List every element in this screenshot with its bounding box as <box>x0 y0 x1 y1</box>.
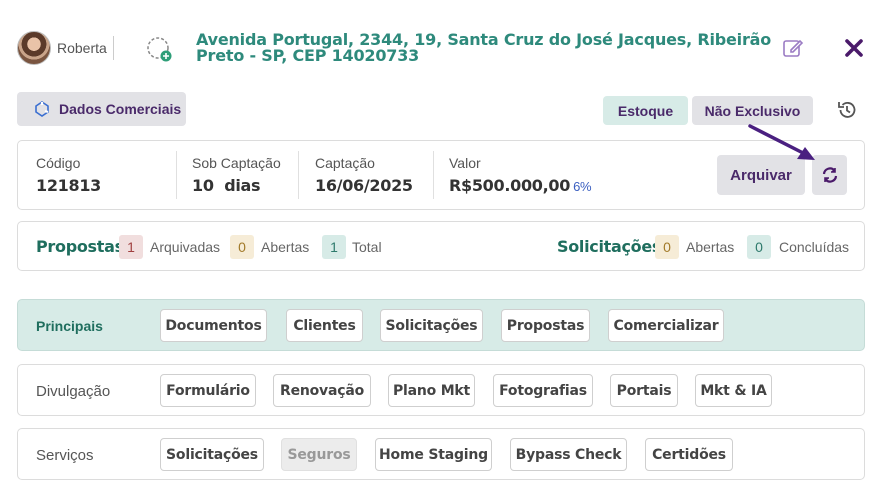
seguros-button[interactable]: Seguros <box>281 438 357 471</box>
comercializar-button[interactable]: Comercializar <box>608 309 724 342</box>
divider <box>113 36 114 60</box>
certidoes-button[interactable]: Certidões <box>645 438 733 471</box>
fotografias-button[interactable]: Fotografias <box>493 374 593 407</box>
captacao-label: Captação <box>315 155 375 171</box>
servicos-solicitacoes-button[interactable]: Solicitações <box>160 438 264 471</box>
sob-captacao-label: Sob Captação <box>192 155 281 171</box>
documentos-button[interactable]: Documentos <box>160 309 267 342</box>
solicitacoes-button[interactable]: Solicitações <box>380 309 483 342</box>
concluidas-count-badge: 0 <box>747 235 771 259</box>
portais-button[interactable]: Portais <box>610 374 678 407</box>
add-user-icon[interactable] <box>146 36 172 62</box>
refresh-icon <box>822 167 837 183</box>
divider <box>298 151 299 199</box>
refresh-cycle-icon <box>35 101 49 117</box>
exclusivo-tag[interactable]: Não Exclusivo <box>692 96 813 125</box>
valor-amount: R$500.000,00 <box>449 176 571 195</box>
total-count-badge: 1 <box>322 235 346 259</box>
plano-mkt-button[interactable]: Plano Mkt <box>388 374 475 407</box>
solicitacoes-title[interactable]: Solicitações <box>557 237 661 256</box>
info-card: Código 121813 Sob Captação 10 dias Capta… <box>17 140 865 210</box>
nav-divulgacao: Divulgação Formulário Renovação Plano Mk… <box>17 364 865 416</box>
valor-value: R$500.000,00 6% <box>449 176 592 195</box>
nav-servicos: Serviços Solicitações Seguros Home Stagi… <box>17 428 865 480</box>
header: Roberta Avenida Portugal, 2344, 19, Sant… <box>0 0 878 90</box>
valor-percent: 6% <box>573 179 592 194</box>
mkt-ia-button[interactable]: Mkt & IA <box>695 374 772 407</box>
nav-divulgacao-label: Divulgação <box>36 383 111 400</box>
dados-comerciais-label: Dados Comerciais <box>59 101 182 117</box>
avatar[interactable] <box>17 31 51 65</box>
nav-principais: Principais Documentos Clientes Solicitaç… <box>17 299 865 351</box>
abertas-label: Abertas <box>261 239 310 255</box>
solicitacoes-abertas-label: Abertas <box>686 239 735 255</box>
nav-servicos-label: Serviços <box>36 447 94 464</box>
concluidas-label: Concluídas <box>779 239 850 255</box>
valor-label: Valor <box>449 155 481 171</box>
clientes-button[interactable]: Clientes <box>286 309 363 342</box>
divider <box>176 151 177 199</box>
arquivadas-label: Arquivadas <box>150 239 221 255</box>
user-name: Roberta <box>57 40 107 56</box>
propostas-button[interactable]: Propostas <box>501 309 590 342</box>
divider <box>433 151 434 199</box>
history-icon[interactable] <box>836 99 858 121</box>
arquivadas-count-badge: 1 <box>119 235 143 259</box>
abertas-count-badge: 0 <box>230 235 254 259</box>
close-icon[interactable] <box>845 39 863 57</box>
dados-comerciais-button[interactable]: Dados Comerciais <box>17 92 186 126</box>
nav-principais-label: Principais <box>36 318 103 334</box>
refresh-button[interactable] <box>812 155 847 195</box>
property-address: Avenida Portugal, 2344, 19, Santa Cruz d… <box>196 30 772 65</box>
codigo-label: Código <box>36 155 81 171</box>
summary-card: Propostas 1 Arquivadas 0 Abertas 1 Total… <box>17 221 865 271</box>
codigo-value: 121813 <box>36 176 101 195</box>
renovacao-button[interactable]: Renovação <box>273 374 371 407</box>
total-label: Total <box>352 239 382 255</box>
captacao-value: 16/06/2025 <box>315 176 413 195</box>
arquivar-button[interactable]: Arquivar <box>717 155 805 195</box>
home-staging-button[interactable]: Home Staging <box>375 438 492 471</box>
sob-captacao-value: 10 dias <box>192 176 261 195</box>
solicitacoes-abertas-badge: 0 <box>655 235 679 259</box>
formulario-button[interactable]: Formulário <box>160 374 256 407</box>
propostas-title[interactable]: Propostas <box>36 237 124 256</box>
edit-icon[interactable] <box>782 37 804 59</box>
estoque-tag[interactable]: Estoque <box>603 96 688 125</box>
bypass-check-button[interactable]: Bypass Check <box>510 438 627 471</box>
